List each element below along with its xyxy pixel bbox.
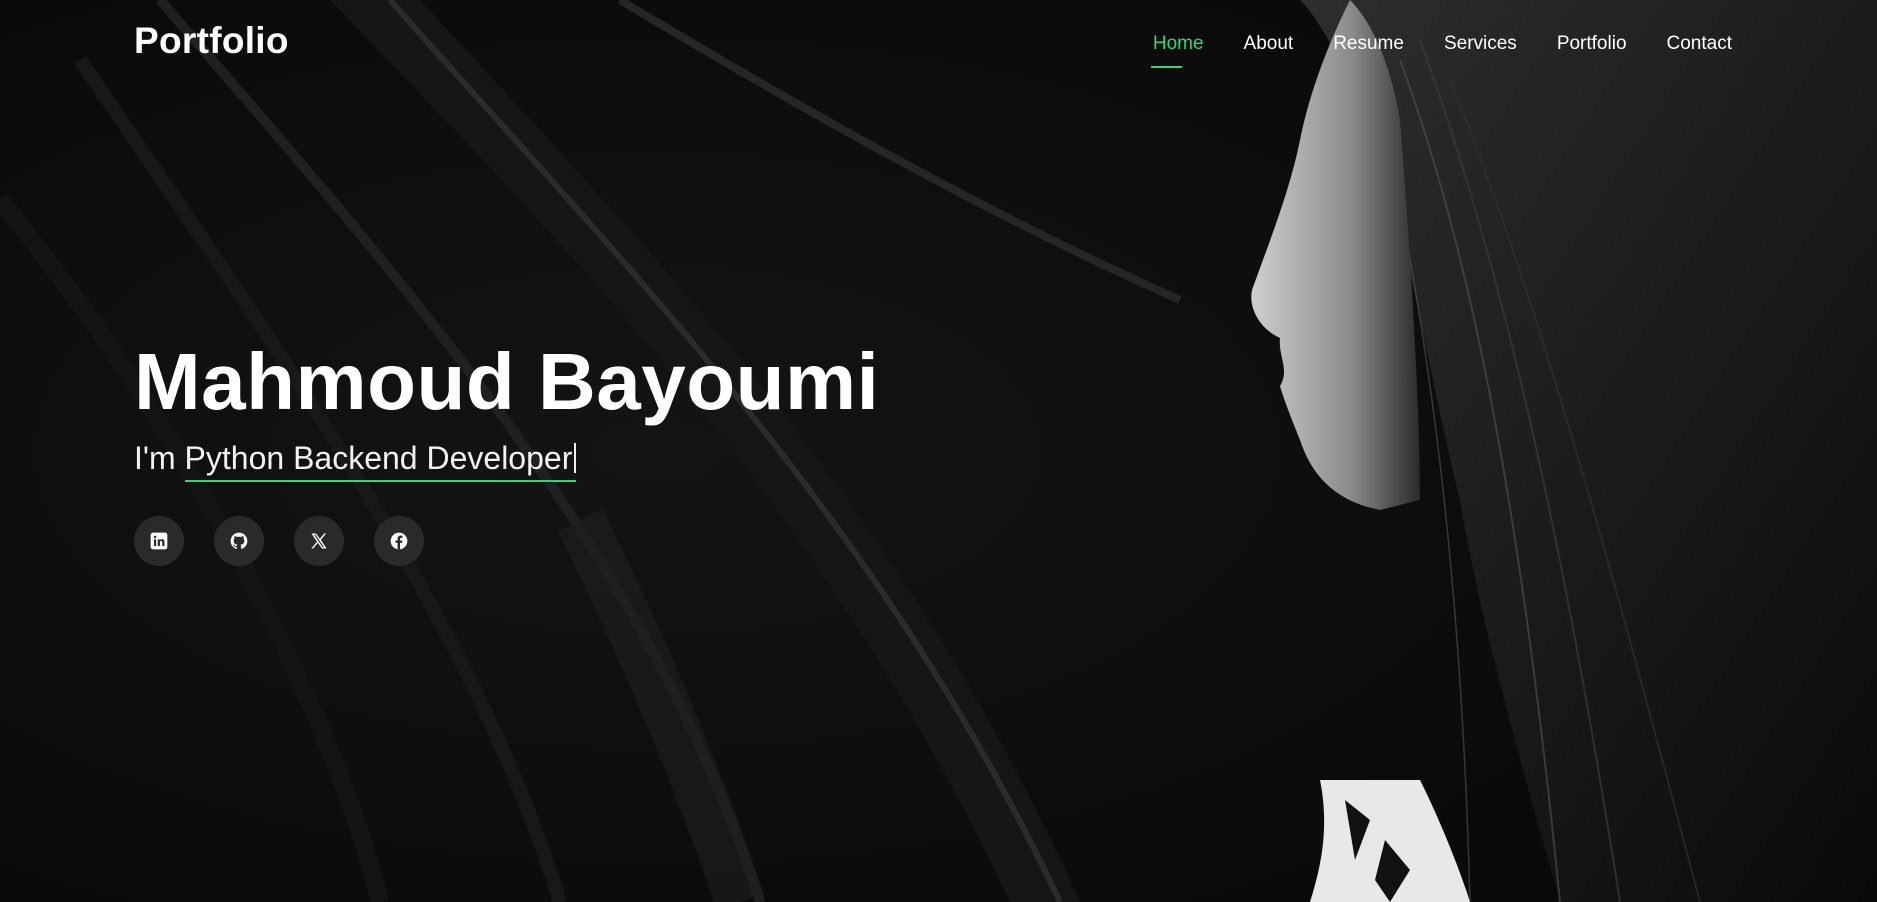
hero-prefix: I'm — [134, 440, 176, 476]
hero-name: Mahmoud Bayoumi — [134, 337, 880, 426]
nav-item-contact[interactable]: Contact — [1647, 30, 1752, 58]
x-twitter-icon — [311, 533, 327, 549]
site-logo[interactable]: Portfolio — [134, 20, 289, 62]
nav-item-portfolio[interactable]: Portfolio — [1537, 30, 1647, 58]
social-links — [134, 516, 424, 566]
facebook-link[interactable] — [374, 516, 424, 566]
nav-item-home[interactable]: Home — [1133, 30, 1224, 68]
typed-role: Python Backend Developer — [184, 438, 577, 482]
site-header: Portfolio Home About Resume Services Por… — [0, 0, 1877, 90]
x-twitter-link[interactable] — [294, 516, 344, 566]
typing-cursor — [574, 443, 577, 473]
facebook-icon — [390, 532, 408, 550]
linkedin-link[interactable] — [134, 516, 184, 566]
hero-text-block: Mahmoud Bayoumi I'm Python Backend Devel… — [134, 332, 879, 482]
nav-item-services[interactable]: Services — [1424, 30, 1537, 58]
nav-item-about[interactable]: About — [1224, 30, 1314, 58]
hero-subtitle: I'm Python Backend Developer — [134, 438, 879, 482]
nav-item-resume[interactable]: Resume — [1313, 30, 1424, 58]
hero-section: Portfolio Home About Resume Services Por… — [0, 0, 1877, 902]
linkedin-icon — [150, 532, 168, 550]
main-nav: Home About Resume Services Portfolio Con… — [1133, 30, 1752, 68]
typed-role-text: Python Backend Developer — [184, 440, 573, 476]
github-link[interactable] — [214, 516, 264, 566]
github-icon — [230, 532, 248, 549]
